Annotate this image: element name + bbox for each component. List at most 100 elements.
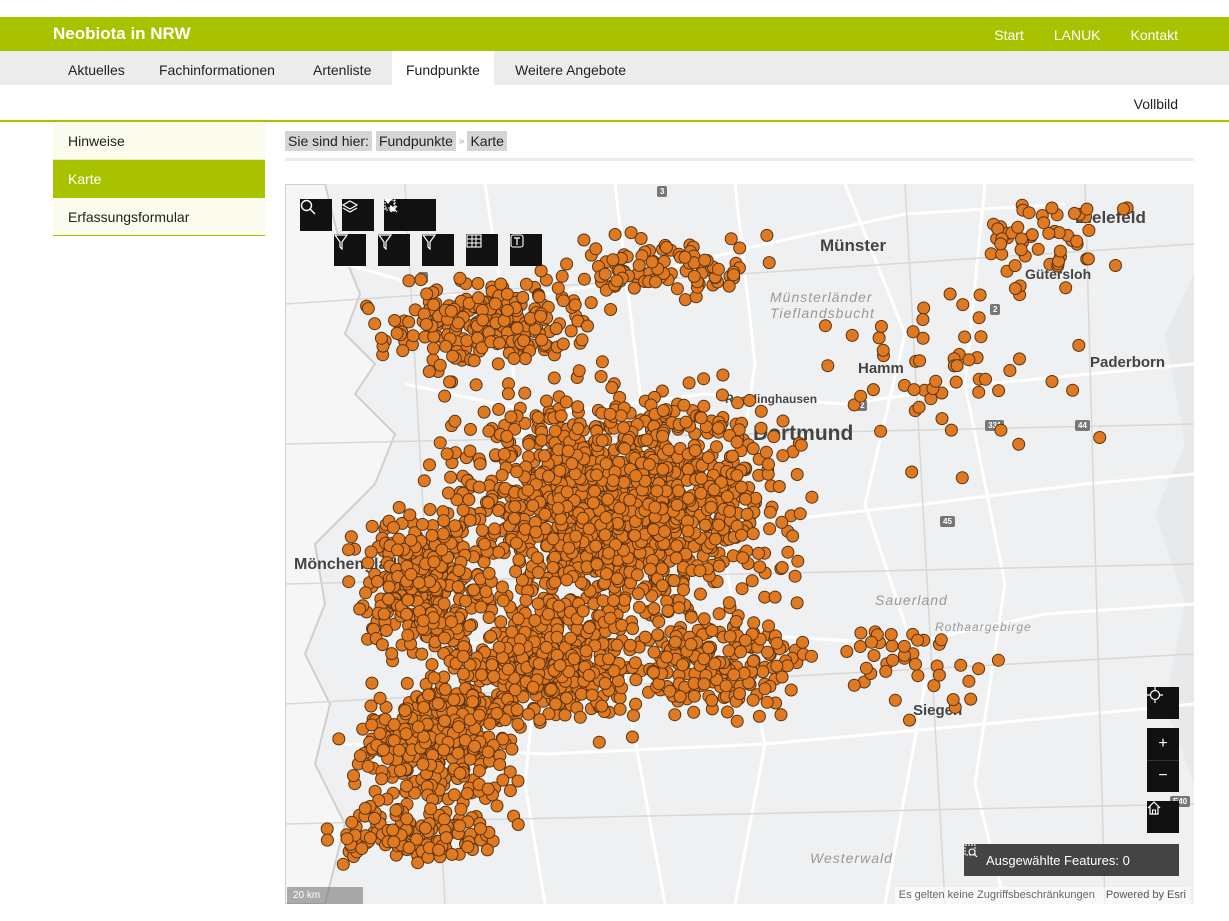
finding-point[interactable] — [734, 645, 748, 659]
finding-point[interactable] — [854, 626, 868, 640]
finding-point[interactable] — [677, 398, 691, 412]
finding-point[interactable] — [448, 414, 462, 428]
finding-point[interactable] — [752, 709, 766, 723]
finding-point[interactable] — [554, 512, 568, 526]
finding-point[interactable] — [510, 321, 524, 335]
finding-point[interactable] — [444, 470, 458, 484]
finding-point[interactable] — [484, 629, 498, 643]
nav-tab-aktuelles[interactable]: Aktuelles — [54, 51, 139, 85]
finding-point[interactable] — [573, 710, 587, 724]
finding-point[interactable] — [577, 272, 591, 286]
finding-point[interactable] — [935, 412, 949, 426]
finding-point[interactable] — [716, 368, 730, 382]
finding-point[interactable] — [697, 677, 711, 691]
finding-point[interactable] — [655, 562, 669, 576]
finding-point[interactable] — [517, 334, 531, 348]
finding-point[interactable] — [613, 501, 627, 515]
finding-point[interactable] — [385, 647, 399, 661]
finding-point[interactable] — [694, 411, 708, 425]
finding-point[interactable] — [452, 720, 466, 734]
finding-point[interactable] — [534, 264, 548, 278]
finding-point[interactable] — [735, 582, 749, 596]
finding-point[interactable] — [531, 597, 545, 611]
finding-point[interactable] — [592, 735, 606, 749]
finding-point[interactable] — [382, 580, 396, 594]
finding-point[interactable] — [427, 671, 441, 685]
finding-point[interactable] — [476, 313, 490, 327]
finding-point[interactable] — [684, 637, 698, 651]
finding-point[interactable] — [518, 386, 532, 400]
finding-point[interactable] — [590, 468, 604, 482]
finding-point[interactable] — [572, 364, 586, 378]
finding-point[interactable] — [617, 475, 631, 489]
finding-point[interactable] — [512, 642, 526, 656]
finding-point[interactable] — [567, 652, 581, 666]
finding-point[interactable] — [400, 676, 414, 690]
finding-point[interactable] — [760, 228, 774, 242]
sidebar-item-karte[interactable]: Karte — [53, 160, 265, 198]
finding-point[interactable] — [672, 601, 686, 615]
finding-point[interactable] — [647, 523, 660, 537]
finding-point[interactable] — [781, 545, 795, 559]
finding-point[interactable] — [796, 635, 810, 649]
finding-point[interactable] — [320, 822, 334, 836]
finding-point[interactable] — [398, 704, 412, 718]
finding-point[interactable] — [738, 633, 752, 647]
finding-point[interactable] — [481, 496, 495, 510]
finding-point[interactable] — [730, 435, 744, 449]
finding-point[interactable] — [647, 665, 660, 679]
finding-point[interactable] — [730, 714, 744, 728]
finding-point[interactable] — [402, 274, 416, 288]
finding-point[interactable] — [427, 555, 441, 569]
finding-point[interactable] — [955, 471, 969, 485]
finding-point[interactable] — [956, 298, 970, 312]
finding-point[interactable] — [401, 593, 415, 607]
finding-point[interactable] — [353, 749, 367, 763]
finding-point[interactable] — [419, 317, 433, 331]
finding-point[interactable] — [602, 652, 616, 666]
finding-point[interactable] — [391, 543, 404, 557]
finding-point[interactable] — [854, 389, 868, 403]
finding-point[interactable] — [340, 832, 354, 846]
finding-point[interactable] — [493, 336, 506, 350]
finding-point[interactable] — [788, 569, 802, 583]
finding-point[interactable] — [400, 812, 414, 826]
finding-point[interactable] — [389, 803, 403, 817]
finding-point[interactable] — [613, 702, 627, 716]
finding-point[interactable] — [649, 275, 662, 289]
finding-point[interactable] — [560, 573, 574, 587]
finding-point[interactable] — [482, 566, 496, 580]
finding-point[interactable] — [662, 443, 675, 457]
finding-point[interactable] — [794, 438, 808, 452]
finding-point[interactable] — [745, 574, 759, 588]
finding-point[interactable] — [684, 610, 698, 624]
finding-point[interactable] — [454, 802, 468, 816]
finding-point[interactable] — [539, 640, 553, 654]
finding-point[interactable] — [453, 766, 467, 780]
finding-point[interactable] — [511, 717, 525, 731]
finding-point[interactable] — [564, 324, 578, 338]
finding-point[interactable] — [493, 758, 507, 771]
finding-point[interactable] — [359, 586, 373, 600]
finding-point[interactable] — [793, 507, 807, 521]
finding-point[interactable] — [753, 560, 767, 574]
finding-point[interactable] — [538, 507, 552, 521]
top-link-lanuk[interactable]: LANUK — [1054, 17, 1101, 51]
finding-point[interactable] — [698, 253, 712, 267]
finding-point[interactable] — [879, 664, 893, 678]
finding-point[interactable] — [500, 287, 514, 301]
attribute-table-button[interactable] — [466, 234, 498, 266]
finding-point[interactable] — [576, 511, 590, 525]
finding-point[interactable] — [715, 388, 729, 402]
finding-point[interactable] — [859, 661, 873, 675]
finding-point[interactable] — [701, 451, 715, 464]
site-brand[interactable]: Neobiota in NRW — [53, 17, 191, 51]
finding-point[interactable] — [469, 378, 483, 392]
breadcrumb-fundpunkte[interactable]: Fundpunkte — [375, 131, 456, 151]
finding-point[interactable] — [479, 585, 493, 599]
finding-point[interactable] — [727, 668, 741, 682]
finding-point[interactable] — [492, 402, 506, 416]
finding-point[interactable] — [733, 687, 746, 701]
finding-point[interactable] — [363, 831, 377, 845]
finding-point[interactable] — [336, 857, 350, 871]
